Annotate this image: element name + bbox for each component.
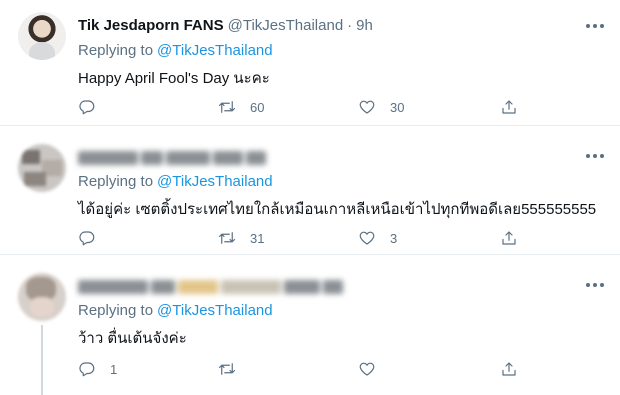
like-count: 30 bbox=[390, 99, 405, 115]
tweet-2[interactable]: Replying to @TikJesThailand ได้อยู่ค่ะ เซ… bbox=[0, 126, 620, 254]
replying-to: Replying to @TikJesThailand bbox=[78, 42, 273, 59]
reply-button[interactable] bbox=[78, 97, 110, 117]
tweet-1[interactable]: Tik Jesdaporn FANS @TikJesThailand · 9h … bbox=[0, 0, 620, 125]
avatar[interactable] bbox=[18, 273, 66, 321]
reply-count: 1 bbox=[110, 361, 118, 377]
tweet-text: ได้อยู่ค่ะ เซตติ้งประเทศไทยใกล้เหมือนเกา… bbox=[78, 201, 597, 218]
replying-to-prefix: Replying to bbox=[78, 42, 154, 59]
retweet-icon bbox=[218, 101, 236, 113]
like-button[interactable] bbox=[358, 359, 390, 379]
tweet-3[interactable]: Replying to @TikJesThailand ว้าว ตื่นเต้น… bbox=[0, 255, 620, 395]
replying-to: Replying to @TikJesThailand bbox=[78, 302, 273, 319]
share-button[interactable] bbox=[500, 228, 518, 248]
reply-button[interactable]: 1 bbox=[78, 359, 117, 379]
retweet-icon bbox=[218, 232, 236, 244]
like-button[interactable]: 30 bbox=[358, 97, 404, 117]
reply-button[interactable] bbox=[78, 228, 110, 248]
heart-icon bbox=[359, 231, 375, 245]
retweet-count: 31 bbox=[250, 230, 265, 246]
more-options-icon[interactable] bbox=[586, 154, 606, 160]
reply-icon bbox=[79, 362, 95, 377]
replying-to-mention[interactable]: @TikJesThailand bbox=[157, 302, 273, 319]
replying-to-prefix: Replying to bbox=[78, 173, 154, 190]
share-icon bbox=[502, 231, 516, 245]
retweet-count: 60 bbox=[250, 99, 265, 115]
like-count: 3 bbox=[390, 230, 398, 246]
thread-connector-line bbox=[41, 325, 43, 395]
like-button[interactable]: 3 bbox=[358, 228, 397, 248]
retweet-button[interactable]: 31 bbox=[218, 228, 264, 248]
share-button[interactable] bbox=[500, 97, 518, 117]
author-name[interactable]: Tik Jesdaporn FANS bbox=[78, 17, 224, 34]
retweet-button[interactable] bbox=[218, 359, 250, 379]
replying-to-mention[interactable]: @TikJesThailand bbox=[157, 42, 273, 59]
tweet-text: ว้าว ตื่นเต้นจังค่ะ bbox=[78, 330, 187, 347]
tweet-text: Happy April Fool's Day นะคะ bbox=[78, 70, 270, 87]
more-options-icon[interactable] bbox=[586, 24, 606, 30]
replying-to-mention[interactable]: @TikJesThailand bbox=[157, 173, 273, 190]
reply-icon bbox=[79, 100, 95, 115]
replying-to-prefix: Replying to bbox=[78, 302, 154, 319]
author-handle[interactable]: @TikJesThailand bbox=[228, 17, 344, 34]
tweet-header: Tik Jesdaporn FANS @TikJesThailand · 9h bbox=[78, 17, 373, 34]
blurred-author-name bbox=[78, 151, 269, 165]
retweet-icon bbox=[218, 363, 236, 375]
share-icon bbox=[502, 100, 516, 114]
replying-to: Replying to @TikJesThailand bbox=[78, 173, 273, 190]
share-icon bbox=[502, 362, 516, 376]
timestamp[interactable]: 9h bbox=[356, 17, 373, 34]
separator: · bbox=[347, 17, 353, 34]
avatar[interactable] bbox=[18, 12, 66, 60]
share-button[interactable] bbox=[500, 359, 518, 379]
more-options-icon[interactable] bbox=[586, 283, 606, 289]
retweet-button[interactable]: 60 bbox=[218, 97, 264, 117]
avatar[interactable] bbox=[18, 144, 66, 192]
heart-icon bbox=[359, 100, 375, 114]
reply-icon bbox=[79, 231, 95, 246]
heart-icon bbox=[359, 362, 375, 376]
blurred-author-name bbox=[78, 280, 346, 294]
